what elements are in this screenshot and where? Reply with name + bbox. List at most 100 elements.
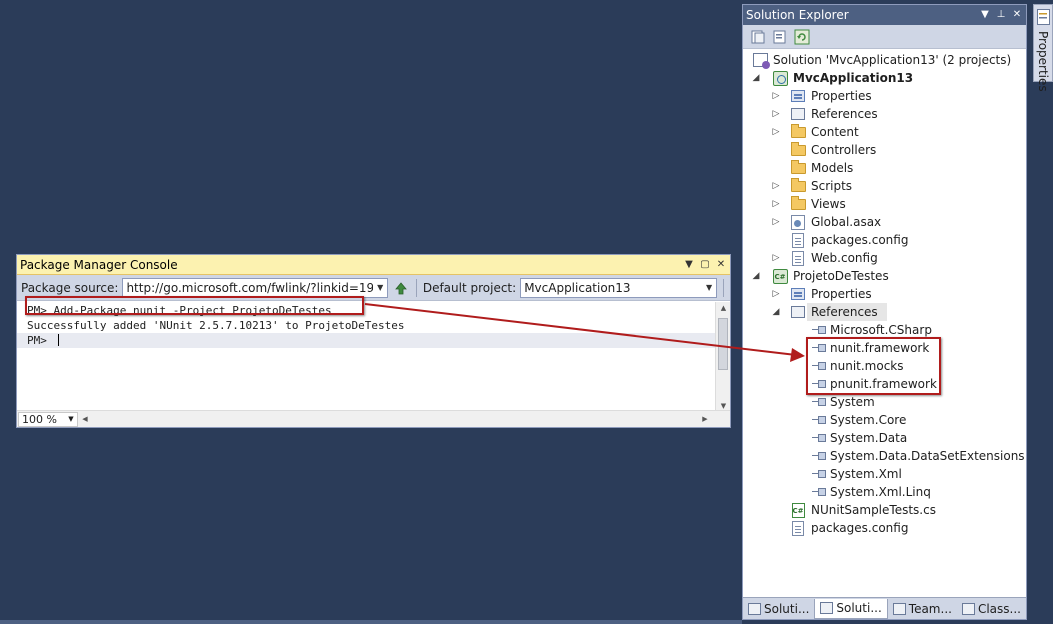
zoom-value: 100 % bbox=[22, 412, 57, 426]
tree-item[interactable]: ◢ C# ProjetoDeTestes bbox=[743, 267, 1026, 285]
console-prompt-line[interactable]: PM> bbox=[17, 333, 715, 348]
solution-tab-icon bbox=[820, 602, 834, 614]
expand-arrow-icon[interactable]: ▷ bbox=[771, 289, 781, 299]
chevron-down-icon[interactable]: ▼ bbox=[65, 415, 77, 423]
config-file-icon bbox=[790, 520, 806, 536]
tree-item-label: Solution 'MvcApplication13' (2 projects) bbox=[773, 53, 1012, 67]
collapse-arrow-icon[interactable]: ◢ bbox=[751, 73, 761, 83]
package-source-label: Package source: bbox=[21, 280, 119, 295]
tree-item[interactable]: ▷ Content bbox=[743, 123, 1026, 141]
toolbar-separator bbox=[415, 278, 417, 297]
close-icon[interactable]: ✕ bbox=[714, 258, 728, 272]
console-output[interactable]: PM> Add-Package nunit -Project ProjetoDe… bbox=[17, 302, 715, 412]
tab-class-view[interactable]: Class... bbox=[957, 599, 1026, 619]
tree-item-label: Scripts bbox=[811, 179, 853, 193]
reference-icon bbox=[811, 322, 827, 338]
refresh-icon[interactable] bbox=[793, 28, 811, 46]
settings-icon[interactable] bbox=[392, 279, 410, 297]
tree-item[interactable]: C# NUnitSampleTests.cs bbox=[743, 501, 1026, 519]
default-project-select[interactable]: MvcApplication13 ▼ bbox=[520, 277, 718, 298]
se-toolbar bbox=[743, 25, 1026, 49]
scroll-up-icon[interactable]: ▲ bbox=[716, 304, 731, 312]
tree-item[interactable]: System.Data.DataSetExtensions bbox=[743, 447, 1026, 465]
tree-item[interactable]: System.Xml.Linq bbox=[743, 483, 1026, 501]
tree-item[interactable]: ▷ Properties bbox=[743, 285, 1026, 303]
package-source-select[interactable]: http://go.microsoft.com/fwlink/?linkid=1… bbox=[122, 277, 389, 298]
tree-item[interactable]: ▷ Web.config bbox=[743, 249, 1026, 267]
expand-arrow-icon[interactable]: ▷ bbox=[771, 217, 781, 227]
tree-item-label: Web.config bbox=[811, 251, 878, 265]
tree-item[interactable]: System.Data bbox=[743, 429, 1026, 447]
tree-item[interactable]: Solution 'MvcApplication13' (2 projects) bbox=[743, 51, 1026, 69]
default-project-label: Default project: bbox=[422, 280, 517, 295]
tree-item-label: System.Data.DataSetExtensions bbox=[830, 449, 1025, 463]
scroll-right-icon[interactable]: ▶ bbox=[698, 415, 712, 423]
expand-arrow-icon[interactable]: ▷ bbox=[771, 127, 781, 137]
expand-arrow-icon[interactable]: ▷ bbox=[771, 253, 781, 263]
expand-arrow-icon[interactable]: ▷ bbox=[771, 181, 781, 191]
tree-item[interactable]: ◢ References bbox=[773, 303, 887, 321]
maximize-icon[interactable]: ▢ bbox=[698, 258, 712, 272]
properties-toolbar-icon[interactable] bbox=[771, 28, 789, 46]
tree-item-label: packages.config bbox=[811, 233, 909, 247]
scroll-left-icon[interactable]: ◀ bbox=[78, 415, 92, 423]
tree-item[interactable]: packages.config bbox=[743, 231, 1026, 249]
chevron-down-icon[interactable]: ▼ bbox=[373, 283, 387, 292]
se-bottom-tabs: Soluti... Soluti... Team... Class... bbox=[743, 597, 1026, 619]
tree-item[interactable]: Controllers bbox=[743, 141, 1026, 159]
folder-icon bbox=[790, 141, 806, 158]
reference-icon bbox=[811, 466, 827, 482]
tab-team-explorer[interactable]: Team... bbox=[888, 599, 957, 619]
tree-item-label: System.Xml.Linq bbox=[830, 485, 931, 499]
tree-item[interactable]: ▷ Views bbox=[743, 195, 1026, 213]
tab-solution-explorer-2[interactable]: Soluti... bbox=[814, 598, 888, 619]
solution-tree: Solution 'MvcApplication13' (2 projects)… bbox=[743, 51, 1026, 537]
tree-item[interactable]: System.Core bbox=[743, 411, 1026, 429]
tree-item-label: MvcApplication13 bbox=[793, 71, 914, 85]
pin-icon[interactable]: ⊥ bbox=[994, 8, 1008, 22]
tree-item[interactable]: System.Xml bbox=[743, 465, 1026, 483]
tree-item[interactable]: ◢ MvcApplication13 bbox=[743, 69, 1026, 87]
close-icon[interactable]: ✕ bbox=[1010, 8, 1024, 22]
tree-item-label: References bbox=[811, 305, 878, 319]
csharp-project-icon: C# bbox=[772, 268, 788, 284]
scroll-down-icon[interactable]: ▼ bbox=[716, 402, 731, 410]
tree-item[interactable]: Models bbox=[743, 159, 1026, 177]
tree-item[interactable]: System bbox=[743, 393, 1026, 411]
tab-label: Team... bbox=[908, 601, 952, 616]
tree-item[interactable]: ▷ Global.asax bbox=[743, 213, 1026, 231]
scroll-thumb[interactable] bbox=[718, 318, 728, 370]
expand-arrow-icon[interactable]: ▷ bbox=[771, 91, 781, 101]
tree-item-label: System bbox=[830, 395, 875, 409]
expand-arrow-icon[interactable]: ▷ bbox=[771, 109, 781, 119]
console-prompt: PM> bbox=[27, 334, 54, 347]
tree-item[interactable]: ▷ Properties bbox=[743, 87, 1026, 105]
collapse-arrow-icon[interactable]: ◢ bbox=[751, 271, 761, 281]
properties-tab-label: Properties bbox=[1036, 31, 1050, 92]
tab-label: Soluti... bbox=[764, 601, 810, 616]
bottom-strip bbox=[0, 620, 742, 624]
tree-item[interactable]: ▷ References bbox=[743, 105, 1026, 123]
vertical-scrollbar[interactable]: ▲ ▼ bbox=[715, 302, 730, 412]
tree-item-label: System.Xml bbox=[830, 467, 902, 481]
zoom-select[interactable]: 100 % ▼ bbox=[18, 411, 78, 427]
reference-icon bbox=[811, 484, 827, 500]
show-all-files-icon[interactable] bbox=[749, 28, 767, 46]
tab-solution-explorer-1[interactable]: Soluti... bbox=[743, 599, 814, 619]
tree-item-label: System.Core bbox=[830, 413, 907, 427]
se-titlebar: Solution Explorer ▼ ⊥ ✕ bbox=[743, 5, 1026, 25]
tree-item[interactable]: ▷ Scripts bbox=[743, 177, 1026, 195]
dropdown-arrow-icon[interactable]: ▼ bbox=[682, 258, 696, 272]
tree-item[interactable]: packages.config bbox=[743, 519, 1026, 537]
dropdown-arrow-icon[interactable]: ▼ bbox=[978, 8, 992, 22]
pmc-title: Package Manager Console bbox=[20, 257, 178, 272]
folder-icon bbox=[790, 123, 806, 140]
pmc-statusbar: 100 % ▼ ◀ ▶ bbox=[17, 410, 730, 427]
expand-arrow-icon[interactable]: ▷ bbox=[771, 199, 781, 209]
solution-explorer: Solution Explorer ▼ ⊥ ✕ Solution 'MvcApp… bbox=[742, 4, 1027, 620]
properties-side-tab[interactable]: Properties bbox=[1033, 4, 1053, 92]
collapse-arrow-icon[interactable]: ◢ bbox=[771, 307, 781, 317]
properties-icon bbox=[1037, 9, 1050, 25]
class-tab-icon bbox=[961, 602, 975, 615]
chevron-down-icon[interactable]: ▼ bbox=[702, 283, 716, 292]
